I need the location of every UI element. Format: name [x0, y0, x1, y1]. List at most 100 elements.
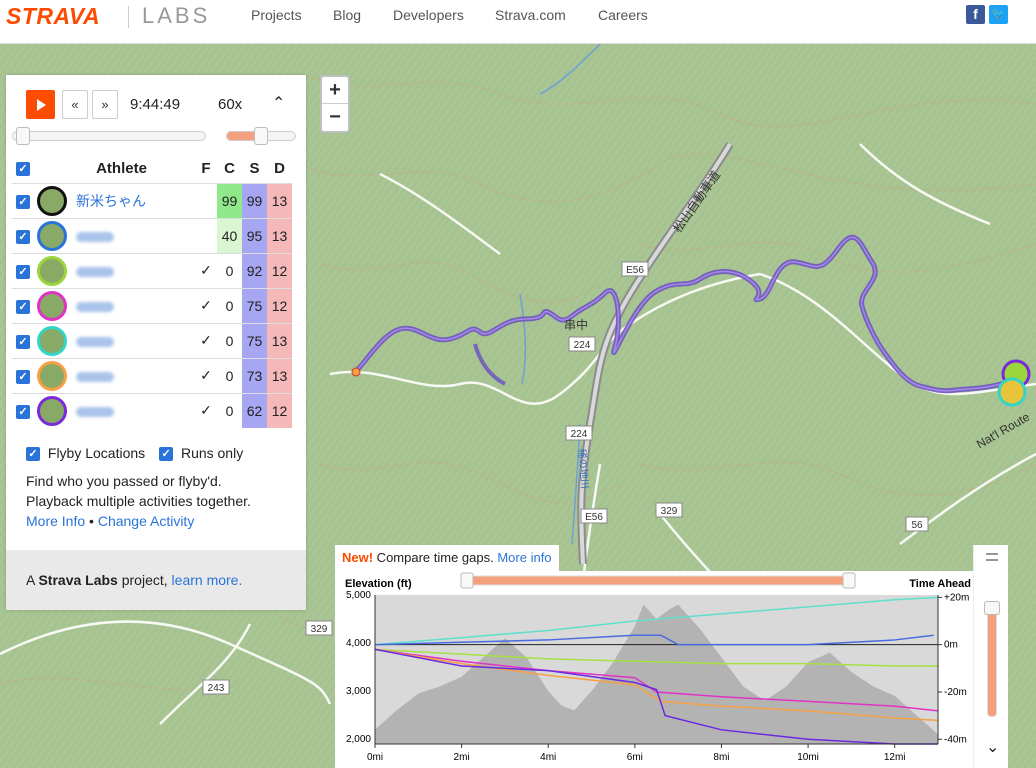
athlete-name[interactable] [70, 392, 195, 428]
zoom-out-button[interactable]: − [322, 104, 348, 131]
facebook-icon[interactable]: f [966, 5, 985, 24]
y-tick-label: 3,000 [346, 686, 371, 697]
athlete-name[interactable] [70, 322, 195, 358]
c-value: 0 [217, 287, 242, 323]
collapse-panel-button[interactable]: ⌃ [272, 93, 285, 113]
select-all-checkbox[interactable]: ✓ [16, 162, 30, 177]
nav-blog[interactable]: Blog [333, 7, 361, 23]
athlete-marker[interactable] [997, 377, 1027, 407]
fast-forward-button[interactable]: » [92, 90, 118, 119]
athlete-row[interactable]: ✓ 新米ちゃん 99 99 13 [12, 182, 292, 218]
vertical-zoom-handle[interactable] [984, 601, 1000, 615]
s-column-header[interactable]: S [242, 155, 267, 183]
elevation-chart-area: Elevation (ft) Time Ahead 0mi 2mi 4mi 6mi 8mi 1… [335, 571, 1008, 768]
athlete-checkbox[interactable]: ✓ [16, 264, 30, 279]
new-badge: New! [342, 550, 374, 565]
timeline-slider[interactable] [12, 131, 206, 141]
map-label-329: 329 [661, 506, 678, 517]
vertical-zoom-slider[interactable] [987, 605, 997, 717]
f-column-header[interactable]: F [195, 155, 217, 183]
change-activity-link[interactable]: Change Activity [98, 513, 195, 529]
elevation-panel: New! Compare time gaps. More info Elevat… [335, 545, 1008, 768]
athlete-checkbox[interactable]: ✓ [16, 404, 30, 419]
bullet-separator: • [89, 513, 94, 529]
footer-middle: project, [117, 572, 172, 588]
map-label-town: 串中 [564, 317, 588, 332]
flyby-locations-label[interactable]: Flyby Locations [48, 445, 145, 461]
compare-more-info-link[interactable]: More info [497, 550, 551, 565]
flyby-locations-checkbox[interactable]: ✓ [26, 447, 40, 462]
labs-logo[interactable]: LABS [142, 3, 210, 29]
d-value: 12 [267, 392, 292, 428]
athlete-row[interactable]: ✓ ✓ 0 92 12 [12, 252, 292, 288]
timeline-slider-handle[interactable] [15, 127, 30, 145]
zoom-control: + − [320, 75, 350, 133]
athlete-checkbox[interactable]: ✓ [16, 194, 30, 209]
range-slider [464, 575, 854, 586]
nav-projects[interactable]: Projects [251, 7, 302, 23]
footer-brand: Strava Labs [38, 572, 118, 588]
athlete-checkbox[interactable]: ✓ [16, 369, 30, 384]
s-value: 99 [242, 182, 267, 218]
athlete-name[interactable] [70, 357, 195, 393]
map-label-224: 224 [574, 340, 591, 351]
menu-icon[interactable] [986, 553, 998, 561]
speed-slider-handle[interactable] [254, 127, 268, 145]
twitter-icon[interactable]: 🐦 [989, 5, 1008, 24]
blurred-name [76, 266, 114, 277]
blurred-name [76, 336, 114, 347]
nav-strava-com[interactable]: Strava.com [495, 7, 566, 23]
map-label-243: 243 [208, 683, 225, 694]
y-tick-label: 4,000 [346, 638, 371, 649]
athlete-table: ✓ Athlete F C S D ✓ 新米ちゃん 99 99 13 ✓ 40 95 13 ✓ ✓ 0… [12, 155, 292, 428]
time-ahead-title: Time Ahead [909, 578, 971, 590]
runs-only-label[interactable]: Runs only [181, 445, 243, 461]
athlete-checkbox[interactable]: ✓ [16, 299, 30, 314]
athlete-name[interactable] [70, 217, 195, 253]
map-label-e56: E56 [585, 512, 603, 523]
c-value: 0 [217, 357, 242, 393]
athlete-checkbox[interactable]: ✓ [16, 334, 30, 349]
c-column-header[interactable]: C [217, 155, 242, 183]
zoom-in-button[interactable]: + [322, 77, 348, 104]
athlete-row[interactable]: ✓ 40 95 13 [12, 217, 292, 253]
x-tick-label: 6mi [627, 752, 643, 763]
nav-careers[interactable]: Careers [598, 7, 648, 23]
compare-text: Compare time gaps. [373, 550, 498, 565]
elevation-title: Elevation (ft) [345, 578, 412, 590]
d-column-header[interactable]: D [267, 155, 292, 183]
strava-logo[interactable]: STRAVA [6, 3, 100, 30]
athlete-name[interactable]: 新米ちゃん [70, 182, 195, 218]
x-tick-label: 8mi [713, 752, 729, 763]
athlete-row[interactable]: ✓ ✓ 0 73 13 [12, 357, 292, 393]
athlete-row[interactable]: ✓ ✓ 0 62 12 [12, 392, 292, 428]
athlete-row[interactable]: ✓ ✓ 0 75 13 [12, 322, 292, 358]
athlete-column-header[interactable]: Athlete [34, 155, 195, 183]
blurred-name [76, 407, 114, 418]
learn-more-link[interactable]: learn more. [172, 572, 243, 588]
x-tick-label: 12mi [884, 752, 906, 763]
collapse-elevation-button[interactable]: ⌄ [986, 737, 999, 757]
athlete-row[interactable]: ✓ ✓ 0 75 12 [12, 287, 292, 323]
flyby-check: ✓ [195, 287, 217, 323]
c-value: 0 [217, 252, 242, 288]
athlete-name-text[interactable]: 新米ちゃん [76, 193, 146, 209]
s-value: 95 [242, 217, 267, 253]
rewind-button[interactable]: « [62, 90, 88, 119]
runs-only-checkbox[interactable]: ✓ [159, 447, 174, 462]
s-value: 75 [242, 287, 267, 323]
blurred-name [76, 371, 114, 382]
y2-tick-label: -20m [944, 687, 967, 698]
more-info-link[interactable]: More Info [26, 513, 85, 529]
d-value: 13 [267, 322, 292, 358]
play-icon[interactable] [26, 90, 55, 119]
athlete-name[interactable] [70, 252, 195, 288]
range-handle-right [842, 572, 856, 589]
athlete-name[interactable] [70, 287, 195, 323]
map-label-56: 56 [911, 520, 923, 531]
avatar [37, 395, 67, 426]
nav-developers[interactable]: Developers [393, 7, 464, 23]
map-label-329: 329 [311, 624, 328, 635]
athlete-checkbox[interactable]: ✓ [16, 229, 30, 244]
playback-speed: 60x [218, 96, 243, 113]
